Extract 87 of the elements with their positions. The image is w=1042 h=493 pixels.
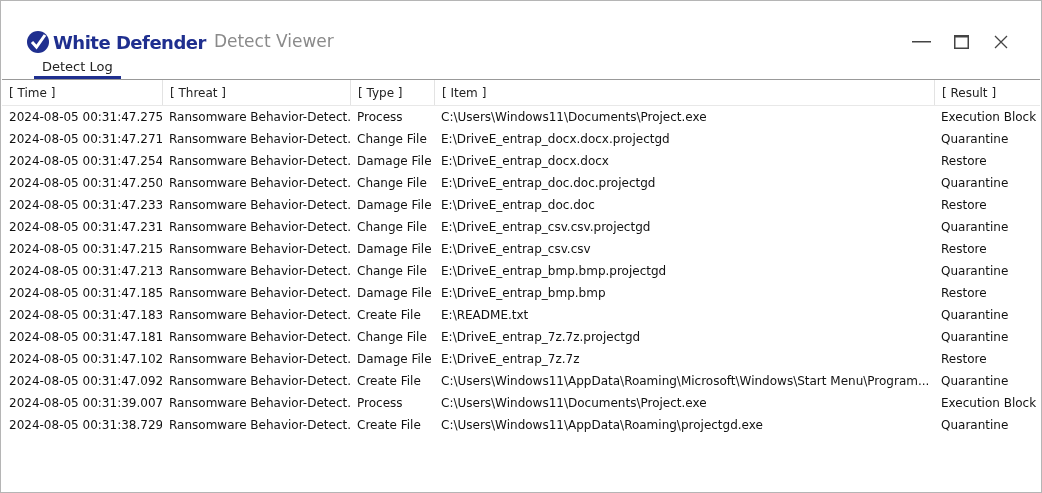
table-cell-text: Execution Block xyxy=(940,109,1038,126)
table-cell-text: E:\DriveE_entrap_7z.7z.projectgd xyxy=(440,329,642,346)
brand-name: White Defender xyxy=(53,30,206,55)
table-cell-text: E:\DriveE_entrap_docx.docx.projectgd xyxy=(440,131,671,148)
table-cell-text: E:\DriveE_entrap_bmp.bmp xyxy=(440,285,607,302)
table-cell-text: Change File xyxy=(356,329,428,346)
table-cell-text: Quarantine xyxy=(940,417,1010,434)
table-cell-text: Ransomware Behavior-Detect. xyxy=(168,285,350,302)
table-cell-text: Damage File xyxy=(356,241,433,258)
table-cell-text: Restore xyxy=(940,197,988,214)
table-cell-text: Change File xyxy=(356,219,428,236)
table-cell-text: Quarantine xyxy=(940,219,1010,236)
table-cell-text: Ransomware Behavior-Detect. xyxy=(168,109,350,126)
table-cell-text: E:\DriveE_entrap_7z.7z xyxy=(440,351,581,368)
table-cell-text: E:\README.txt xyxy=(440,307,530,324)
table-cell-text: 2024-08-05 00:31:47.271 xyxy=(8,131,162,148)
table-cell-text: Restore xyxy=(940,285,988,302)
table-cell-text: Ransomware Behavior-Detect. xyxy=(168,153,350,170)
check-logo-icon xyxy=(27,31,49,53)
table-cell-text: Ransomware Behavior-Detect. xyxy=(168,241,350,258)
table-cell-text: 2024-08-05 00:31:47.233 xyxy=(8,197,162,214)
column-header[interactable]: [ Type ] xyxy=(350,80,434,105)
table-cell-text: Quarantine xyxy=(940,329,1010,346)
table-cell-text: C:\Users\Windows11\AppData\Roaming\Microsoft\Windows\Start Menu\Program... xyxy=(440,373,931,390)
table-cell-text: 2024-08-05 00:31:47.185 xyxy=(8,285,162,302)
table-cell-text: Restore xyxy=(940,351,988,368)
table-cell-text: Change File xyxy=(356,131,428,148)
column-header[interactable]: [ Threat ] xyxy=(162,80,350,105)
table-cell-text: Ransomware Behavior-Detect. xyxy=(168,263,350,280)
table-cell-text: Quarantine xyxy=(940,373,1010,390)
table-cell-text: 2024-08-05 00:31:47.231 xyxy=(8,219,162,236)
table-cell-text: 2024-08-05 00:31:47.213 xyxy=(8,263,162,280)
table-cell-text: Quarantine xyxy=(940,175,1010,192)
table-cell-text: 2024-08-05 00:31:47.092 xyxy=(8,373,162,390)
table-cell-text: E:\DriveE_entrap_doc.doc.projectgd xyxy=(440,175,657,192)
table-cell-text: Process xyxy=(356,395,404,412)
table-cell-text: Process xyxy=(356,109,404,126)
table-cell-text: Ransomware Behavior-Detect. xyxy=(168,417,350,434)
table-cell-text: Quarantine xyxy=(940,263,1010,280)
table-cell-text: Execution Block xyxy=(940,395,1038,412)
table-cell-text: Ransomware Behavior-Detect. xyxy=(168,373,350,390)
maximize-icon xyxy=(953,35,969,49)
column-header[interactable]: [ Result ] xyxy=(934,80,1040,105)
table-cell-text: 2024-08-05 00:31:47.215 xyxy=(8,241,162,258)
table-cell-text: Ransomware Behavior-Detect. xyxy=(168,329,350,346)
table-cell-text: Ransomware Behavior-Detect. xyxy=(168,131,350,148)
column-header[interactable]: [ Time ] xyxy=(2,80,162,105)
table-cell-text: 2024-08-05 00:31:38.729 xyxy=(8,417,162,434)
table-cell-text: E:\DriveE_entrap_docx.docx xyxy=(440,153,610,170)
minimize-icon xyxy=(911,41,931,43)
table-cell-text: E:\DriveE_entrap_doc.doc xyxy=(440,197,596,214)
table-cell-text: Ransomware Behavior-Detect. xyxy=(168,307,350,324)
table-cell-text: Ransomware Behavior-Detect. xyxy=(168,219,350,236)
table-cell-text: 2024-08-05 00:31:47.250 xyxy=(8,175,162,192)
table-cell-text: Damage File xyxy=(356,285,433,302)
table-cell-text: C:\Users\Windows11\Documents\Project.exe xyxy=(440,395,708,412)
table-cell-text: 2024-08-05 00:31:47.183 xyxy=(8,307,162,324)
table-cell-text: Ransomware Behavior-Detect. xyxy=(168,351,350,368)
table-cell-text: Ransomware Behavior-Detect. xyxy=(168,175,350,192)
table-cell-text: C:\Users\Windows11\Documents\Project.exe xyxy=(440,109,708,126)
table-cell-text: Damage File xyxy=(356,153,433,170)
table-cell-text: Ransomware Behavior-Detect. xyxy=(168,395,350,412)
table-cell-text: 2024-08-05 00:31:47.102 xyxy=(8,351,162,368)
tab[interactable]: Detect Log xyxy=(34,57,121,79)
table-cell-text: E:\DriveE_entrap_csv.csv xyxy=(440,241,592,258)
column-header[interactable]: [ Item ] xyxy=(434,80,934,105)
close-icon xyxy=(994,35,1008,49)
table-cell-text: Create File xyxy=(356,417,422,434)
window-title: Detect Viewer xyxy=(213,30,334,54)
table-cell-text: 2024-08-05 00:31:47.181 xyxy=(8,329,162,346)
table-cell-text: 2024-08-05 00:31:47.254 xyxy=(8,153,162,170)
table-cell-text: Create File xyxy=(356,373,422,390)
table-cell-text: Damage File xyxy=(356,351,433,368)
table-cell-text: Ransomware Behavior-Detect. xyxy=(168,197,350,214)
table-cell-text: Change File xyxy=(356,175,428,192)
table-cell-text: Restore xyxy=(940,241,988,258)
table-cell-text: Change File xyxy=(356,263,428,280)
table-cell-text: Restore xyxy=(940,153,988,170)
table-cell-text: E:\DriveE_entrap_csv.csv.projectgd xyxy=(440,219,652,236)
table-cell-text: E:\DriveE_entrap_bmp.bmp.projectgd xyxy=(440,263,668,280)
table-cell-text: C:\Users\Windows11\AppData\Roaming\projectgd.exe xyxy=(440,417,764,434)
table-cell-text: Create File xyxy=(356,307,422,324)
table-cell-text: 2024-08-05 00:31:47.275 xyxy=(8,109,162,126)
table-cell-text: Quarantine xyxy=(940,131,1010,148)
table-cell-text: 2024-08-05 00:31:39.007 xyxy=(8,395,162,412)
table-cell-text: Quarantine xyxy=(940,307,1010,324)
table-cell-text: Damage File xyxy=(356,197,433,214)
